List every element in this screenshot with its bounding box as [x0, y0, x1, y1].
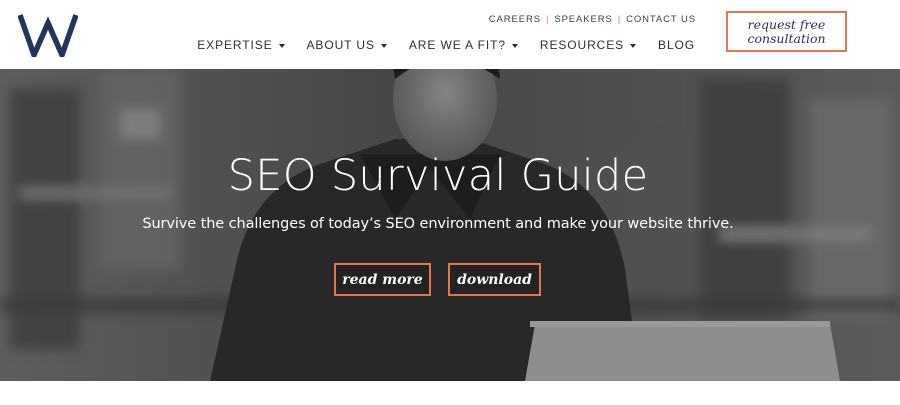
nav-item-about-us[interactable]: ABOUT US	[307, 38, 387, 52]
nav-item-blog[interactable]: BLOG	[658, 38, 695, 52]
read-more-button[interactable]: read more	[334, 263, 431, 296]
nav-item-are-we-a-fit[interactable]: ARE WE A FIT?	[409, 38, 518, 52]
page-body-start	[0, 381, 900, 405]
caret-down-icon	[630, 43, 637, 48]
hero-title: SEO Survival Guide	[227, 151, 649, 201]
separator: |	[545, 14, 550, 25]
site-header: CAREERS | SPEAKERS | CONTACT US EXPERTIS…	[0, 0, 900, 69]
download-button[interactable]: download	[448, 263, 541, 296]
hero-subtitle: Survive the challenges of today’s SEO en…	[142, 216, 734, 232]
caret-down-icon	[380, 43, 387, 48]
nav-item-resources[interactable]: RESOURCES	[539, 38, 637, 52]
utility-link-careers[interactable]: CAREERS	[489, 14, 541, 25]
hero-banner: SEO Survival Guide Survive the challenge…	[0, 69, 900, 381]
request-consultation-button[interactable]: request free consultation	[726, 11, 847, 52]
nav-item-label: ARE WE A FIT?	[408, 38, 506, 52]
main-nav: EXPERTISE ABOUT US ARE WE A FIT? RESOURC…	[197, 38, 695, 52]
utility-link-contact-us[interactable]: CONTACT US	[626, 14, 696, 25]
nav-item-label: RESOURCES	[539, 38, 625, 52]
utility-link-speakers[interactable]: SPEAKERS	[554, 14, 612, 25]
nav-item-label: ABOUT US	[306, 38, 375, 52]
nav-item-label: BLOG	[658, 38, 695, 52]
caret-down-icon	[278, 43, 285, 48]
nav-item-label: EXPERTISE	[197, 38, 273, 52]
caret-down-icon	[511, 43, 518, 48]
separator: |	[617, 14, 622, 25]
nav-item-expertise[interactable]: EXPERTISE	[197, 38, 285, 52]
utility-nav: CAREERS | SPEAKERS | CONTACT US	[489, 14, 696, 25]
logo-w[interactable]	[18, 13, 78, 57]
